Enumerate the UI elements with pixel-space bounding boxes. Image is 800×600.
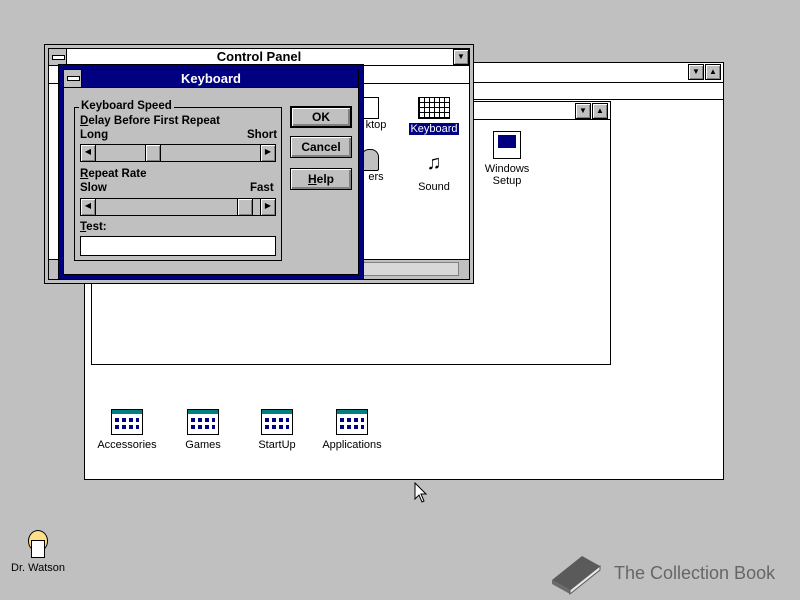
help-button[interactable]: Help <box>290 168 352 190</box>
keyboard-label: Keyboard <box>409 123 459 135</box>
dr-watson-item[interactable]: Dr. Watson <box>6 528 70 574</box>
control-panel-desktop-item[interactable]: ktop <box>361 97 391 131</box>
control-panel-keyboard-item[interactable]: Keyboard <box>409 97 459 135</box>
group-minimize-button[interactable]: ▼ <box>575 103 591 119</box>
dr-watson-icon <box>23 528 53 560</box>
delay-min-label: Long <box>80 129 109 141</box>
test-label: Test: <box>80 221 107 233</box>
keyboard-dialog-titlebar[interactable]: Keyboard <box>64 70 358 88</box>
keyboard-dialog-client: Keyboard Keyboard Speed Delay Before Fir… <box>63 69 359 275</box>
maximize-button[interactable]: ▲ <box>705 64 721 80</box>
minimize-button[interactable]: ▼ <box>688 64 704 80</box>
group-startup-label: StartUp <box>258 439 296 451</box>
group-games[interactable]: Games <box>173 409 233 451</box>
rate-slider-thumb[interactable] <box>237 199 254 215</box>
book-icon <box>552 556 601 596</box>
test-input[interactable] <box>80 236 276 256</box>
delay-slider-thumb[interactable] <box>145 145 162 161</box>
desktop-label: ktop <box>365 119 387 131</box>
delay-right-arrow[interactable]: ▶ <box>260 144 276 162</box>
rate-left-arrow[interactable]: ◀ <box>80 198 96 216</box>
rate-max-label: Fast <box>250 182 274 194</box>
dr-watson-label: Dr. Watson <box>11 562 65 574</box>
control-panel-sound-item[interactable]: ♫ Sound <box>409 151 459 193</box>
delay-slider[interactable]: ◀ ▶ <box>80 144 276 162</box>
keyboard-dialog: Keyboard Keyboard Speed Delay Before Fir… <box>58 64 364 280</box>
program-group-icon <box>187 409 219 435</box>
computer-icon <box>493 131 521 159</box>
program-group-icon <box>336 409 368 435</box>
keyboard-dialog-title: Keyboard <box>181 71 241 86</box>
keyboard-dialog-system-menu-icon[interactable] <box>64 70 82 87</box>
windows-setup-label-2: Setup <box>492 175 522 187</box>
group-maximize-button[interactable]: ▲ <box>592 103 608 119</box>
rate-min-label: Slow <box>80 182 107 194</box>
group-applications[interactable]: Applications <box>319 409 385 451</box>
keyboard-speed-title: Keyboard Speed <box>79 100 174 112</box>
rate-label: Repeat Rate <box>80 168 147 180</box>
rate-right-arrow[interactable]: ▶ <box>260 198 276 216</box>
group-startup[interactable]: StartUp <box>247 409 307 451</box>
program-group-icon <box>261 409 293 435</box>
control-panel-title: Control Panel <box>216 49 302 64</box>
cancel-button[interactable]: Cancel <box>290 136 352 158</box>
delay-max-label: Short <box>247 129 278 141</box>
printers-label: ers <box>368 171 384 183</box>
group-accessories-label: Accessories <box>97 439 157 451</box>
control-panel-printers-item[interactable]: ers <box>361 149 391 183</box>
group-applications-label: Applications <box>322 439 382 451</box>
ok-button[interactable]: OK <box>290 106 352 128</box>
watermark-text: The Collection Book <box>614 563 776 583</box>
delay-label: Delay Before First Repeat <box>80 115 220 127</box>
music-note-icon: ♫ <box>426 152 442 174</box>
program-group-icon <box>111 409 143 435</box>
group-accessories[interactable]: Accessories <box>97 409 157 451</box>
keyboard-icon <box>418 97 450 119</box>
windows-setup-label-1: Windows <box>484 163 530 175</box>
control-panel-minimize-button[interactable]: ▼ <box>453 49 469 65</box>
watermark: The Collection Book <box>548 552 798 596</box>
rate-slider[interactable]: ◀ ▶ <box>80 198 276 216</box>
group-games-label: Games <box>185 439 221 451</box>
sound-label: Sound <box>418 181 450 193</box>
control-panel-system-menu-icon[interactable] <box>49 49 67 65</box>
mouse-cursor-icon <box>414 482 428 503</box>
control-panel-windows-setup-item[interactable]: Windows Setup <box>479 131 535 187</box>
delay-left-arrow[interactable]: ◀ <box>80 144 96 162</box>
